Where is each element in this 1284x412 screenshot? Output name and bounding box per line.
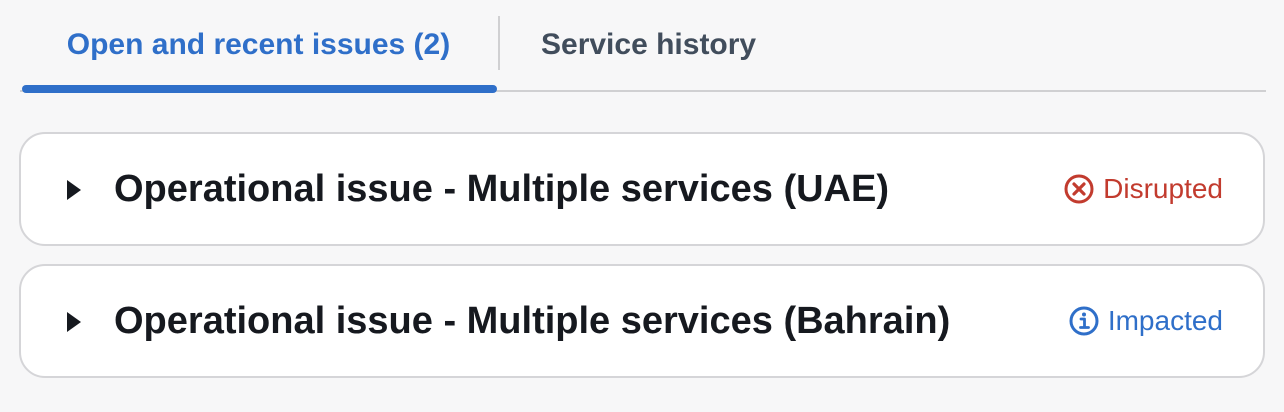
issue-expandable-row[interactable]: Operational issue - Multiple services (B… [19,264,1265,378]
info-circle-icon [1069,306,1099,336]
caret-right-icon[interactable] [67,312,81,332]
issue-expandable-row[interactable]: Operational issue - Multiple services (U… [19,132,1265,246]
issue-title: Operational issue - Multiple services (B… [114,299,951,342]
status-badge: Disrupted [1063,134,1223,244]
status-label: Impacted [1107,305,1223,336]
tab-open-and-recent-issues[interactable]: Open and recent issues (2) [20,0,497,93]
tab-service-history[interactable]: Service history [541,0,756,90]
active-tab-indicator [22,85,497,93]
tab-divider [498,16,500,70]
error-circle-icon [1064,174,1094,204]
tab-label: Service history [541,28,757,61]
tab-label: Open and recent issues (2) [66,28,451,61]
issue-title: Operational issue - Multiple services (U… [114,167,889,210]
tab-bar: Open and recent issues (2) Service histo… [20,0,1266,93]
status-label: Disrupted [1103,173,1223,204]
caret-right-icon[interactable] [67,180,81,200]
status-badge: Impacted [1068,266,1223,376]
